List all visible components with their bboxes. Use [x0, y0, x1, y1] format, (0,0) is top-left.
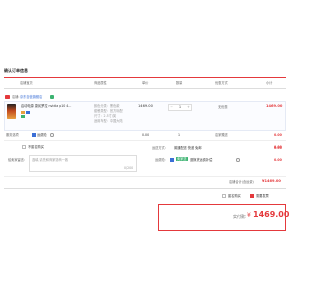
badge-icon-blue: [26, 111, 30, 114]
message-placeholder: 选填,请先和商家协商一致: [32, 158, 69, 162]
product-attr-4: 适用车型：中国大陆: [94, 119, 123, 123]
delivery-method[interactable]: 普通配送 快递 免邮: [174, 146, 202, 150]
product-discount: 无优惠: [218, 105, 228, 109]
col-header-qty: 数量: [176, 81, 183, 85]
product-attr-1: 颜色分类：黑色款: [94, 104, 120, 108]
shop-icon: [5, 95, 10, 99]
chat-icon[interactable]: [50, 95, 54, 99]
shop-label: 店铺:: [12, 95, 20, 99]
unit-price: 1469.00: [138, 104, 153, 108]
col-header-discount: 优惠方式: [215, 81, 228, 85]
product-title-link[interactable]: 启动电源 康民罗拉 nvidia p10 4...: [21, 104, 77, 108]
quantity-increment-button[interactable]: +: [186, 105, 191, 109]
anon-purchase-label: 匿名购买: [228, 194, 241, 198]
invoice-label: 需要发票: [256, 194, 269, 198]
shipping-insurance-tag: 卖家送: [176, 157, 188, 161]
shop-total-value: ¥1469.00: [262, 179, 281, 183]
shipping-insurance-checkbox[interactable]: [170, 158, 174, 162]
product-attr-2: 套餐类型：官方标配: [94, 109, 123, 113]
service-price: 0.00: [142, 133, 150, 137]
header-divider: [4, 88, 286, 89]
info-icon[interactable]: [236, 158, 240, 162]
shop-name-link[interactable]: 京东自营旗舰店: [20, 95, 42, 99]
quantity-input[interactable]: 1: [176, 105, 184, 109]
page-title: 确认订单信息: [4, 68, 28, 73]
message-label: 给卖家留言:: [8, 158, 26, 162]
shipping-insurance-label: 运费险:: [155, 158, 166, 162]
invoice-checkbox[interactable]: [250, 194, 254, 198]
product-subtotal: 1469.00: [266, 104, 283, 108]
anonymous-label: 不匿名购买: [28, 145, 44, 149]
product-attr-3: 尺寸：2.5寸/英: [94, 114, 117, 118]
quantity-decrement-button[interactable]: −: [169, 105, 174, 109]
payment-currency: ¥: [247, 212, 251, 219]
col-header-attrs: 商品属性: [94, 81, 107, 85]
badge-icon-green: [21, 115, 25, 118]
col-header-shop-item: 店铺宝贝: [20, 81, 33, 85]
anon-purchase-checkbox[interactable]: [222, 194, 226, 198]
service-discount: 店家赠送: [215, 133, 228, 137]
shipping-insurance-subtotal: 0.00: [274, 158, 282, 162]
service-divider: [4, 140, 286, 141]
payment-label: 实付款:: [233, 214, 247, 219]
shop-total-label: 店铺合计(含运费): [229, 180, 254, 184]
delivery-label: 运送方式:: [152, 146, 166, 150]
delivery-subtotal: 0.00: [274, 146, 282, 150]
payment-amount: 1469.00: [253, 210, 290, 219]
help-icon[interactable]: [50, 133, 54, 137]
service-checkbox[interactable]: [32, 133, 36, 137]
total-divider: [4, 188, 286, 189]
title-underline: [4, 77, 286, 78]
message-divider: [4, 176, 286, 177]
shipping-insurance-desc: 退换货运费补偿: [190, 158, 213, 162]
product-thumbnail[interactable]: [7, 104, 16, 119]
anonymous-checkbox[interactable]: [22, 145, 26, 149]
service-qty: 1: [178, 133, 181, 137]
col-header-subtotal: 小计: [266, 81, 273, 85]
service-option: 运费险: [37, 133, 47, 137]
service-label: 服务选项: [6, 133, 19, 137]
service-subtotal: 0.00: [274, 133, 282, 137]
message-counter: 0/200: [124, 166, 134, 170]
col-header-price: 单价: [142, 81, 149, 85]
badge-icon: [21, 111, 25, 114]
